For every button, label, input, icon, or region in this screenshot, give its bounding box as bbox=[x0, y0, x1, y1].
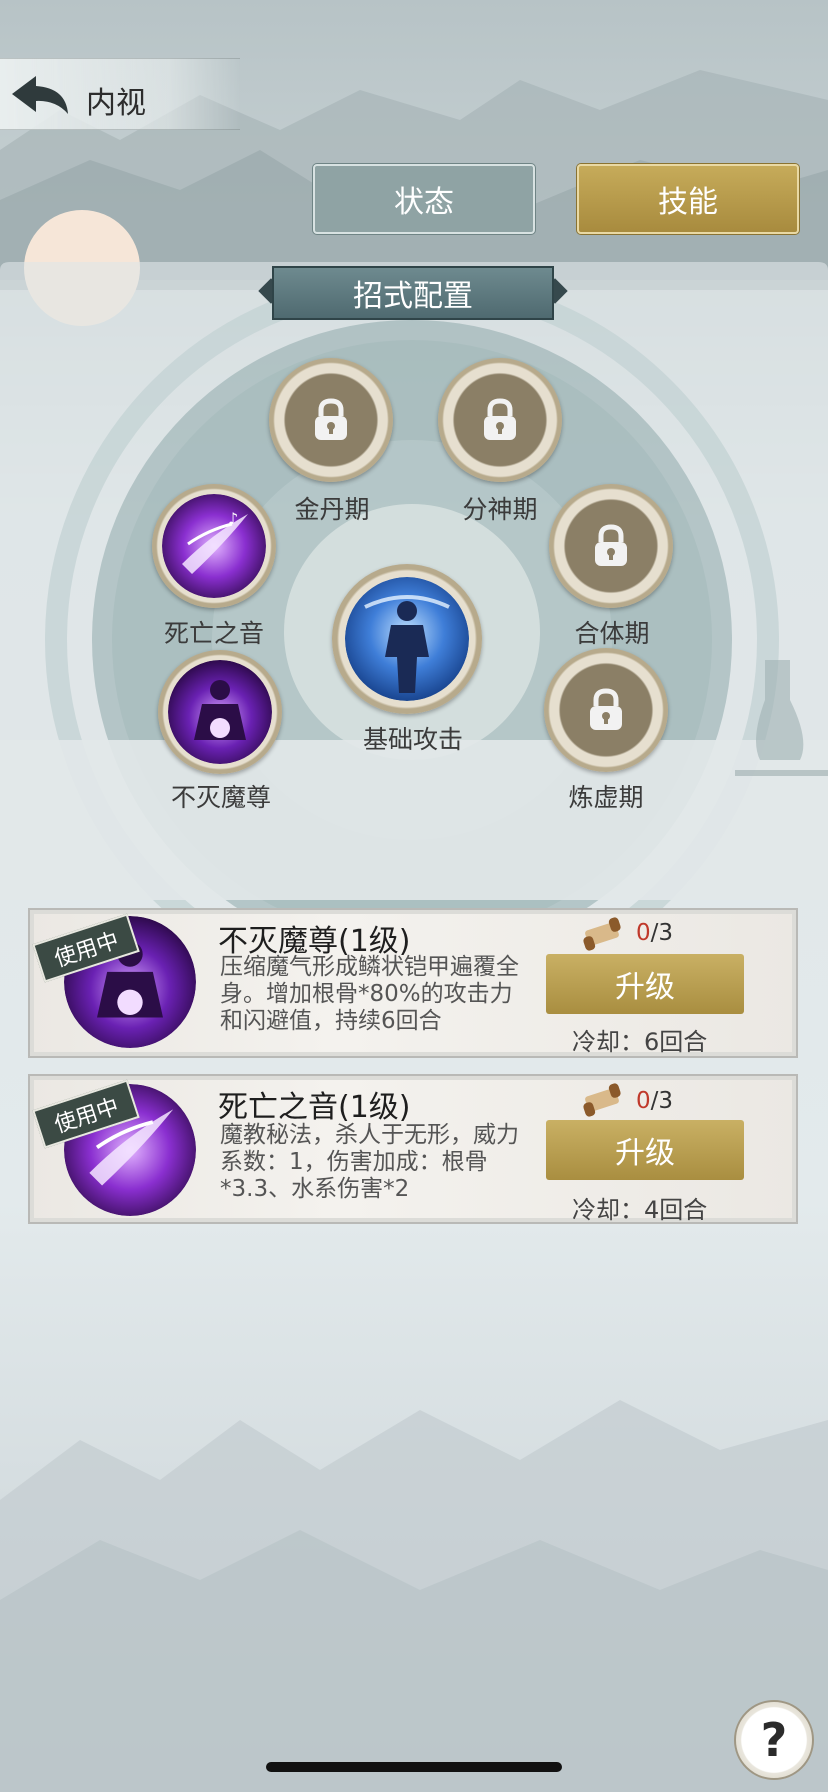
cooldown-text: 冷却：4回合 bbox=[572, 1196, 708, 1224]
upgrade-count: 0/3 bbox=[636, 920, 674, 946]
slot-heti[interactable] bbox=[549, 484, 673, 608]
scroll-icon bbox=[583, 917, 621, 951]
slot-label-jindan: 金丹期 bbox=[294, 495, 370, 524]
cooldown-text: 冷却：6回合 bbox=[572, 1028, 708, 1056]
back-button[interactable] bbox=[8, 72, 74, 118]
upgrade-count: 0/3 bbox=[636, 1088, 674, 1114]
panel-title: 招式配置 bbox=[272, 266, 554, 320]
upgrade-button[interactable]: 升级 bbox=[546, 954, 744, 1014]
lock-icon bbox=[484, 398, 516, 440]
tab-status[interactable]: 状态 bbox=[313, 164, 535, 234]
slot-jindan[interactable] bbox=[269, 358, 393, 482]
slot-label-immortal-demon: 不灭魔尊 bbox=[170, 783, 271, 812]
upgrade-button[interactable]: 升级 bbox=[546, 1120, 744, 1180]
slot-label-basic-attack: 基础攻击 bbox=[362, 725, 463, 754]
slot-label-death-sound: 死亡之音 bbox=[163, 619, 264, 648]
lock-icon bbox=[315, 398, 347, 440]
basic-attack-skill-icon bbox=[345, 577, 469, 701]
slot-lianxu[interactable] bbox=[544, 648, 668, 772]
death-sound-skill-icon: ♪ bbox=[162, 494, 266, 598]
slot-death-sound[interactable]: ♪ bbox=[152, 484, 276, 608]
slot-label-heti: 合体期 bbox=[574, 619, 650, 648]
slot-immortal-demon[interactable] bbox=[158, 650, 282, 774]
skill-name: 死亡之音(1级) bbox=[218, 1090, 411, 1125]
lock-icon bbox=[595, 524, 627, 566]
svg-text:♪: ♪ bbox=[228, 509, 238, 528]
slot-basic-attack[interactable] bbox=[332, 564, 482, 714]
lock-icon bbox=[590, 688, 622, 730]
immortal-demon-skill-icon bbox=[168, 660, 272, 764]
tab-skill[interactable]: 技能 bbox=[577, 164, 799, 234]
scroll-icon bbox=[583, 1083, 621, 1117]
skill-description: 魔教秘法，杀人于无形，威力系数：1，伤害加成：根骨*3.3、水系伤害*2 bbox=[220, 1122, 519, 1202]
slot-fenshen[interactable] bbox=[438, 358, 562, 482]
home-indicator bbox=[266, 1762, 562, 1772]
page-title: 内视 bbox=[86, 86, 146, 121]
skill-description: 压缩魔气形成鳞状铠甲遍覆全身。增加根骨*80%的攻击力和闪避值，持续6回合 bbox=[220, 954, 519, 1034]
help-button[interactable]: ? bbox=[734, 1700, 814, 1780]
slot-label-lianxu: 炼虚期 bbox=[568, 783, 644, 812]
back-arrow-icon bbox=[12, 76, 68, 114]
